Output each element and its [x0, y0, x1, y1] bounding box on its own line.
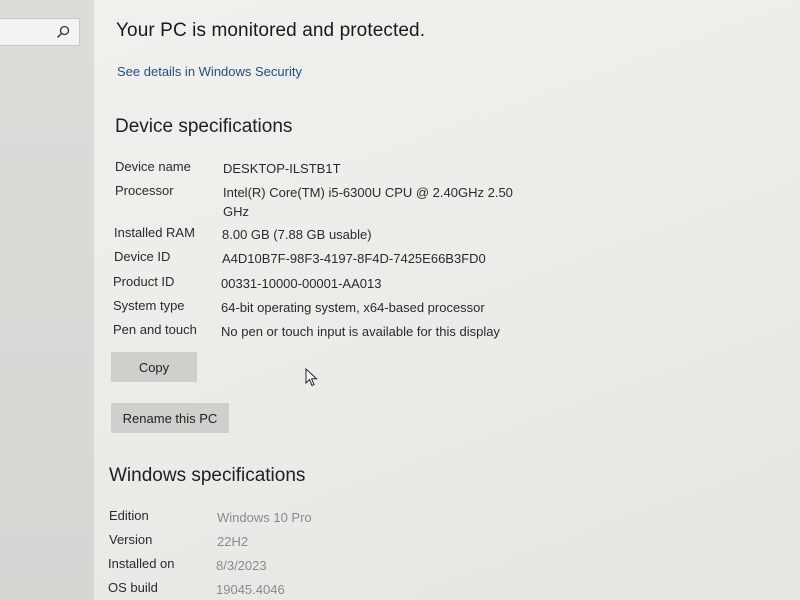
device-specifications-heading: Device specifications — [115, 116, 293, 137]
spec-value: 22H2 — [217, 534, 249, 549]
spec-value: DESKTOP-ILSTB1T — [223, 161, 341, 176]
spec-value: 19045.4046 — [216, 582, 285, 597]
spec-value: A4D10B7F-98F3-4197-8F4D-7425E66B3FD0 — [222, 251, 486, 266]
spec-label: Processor — [115, 183, 174, 198]
spec-label: Product ID — [113, 274, 175, 289]
sidebar — [0, 0, 94, 600]
spec-value: Intel(R) Core(TM) i5-6300U CPU @ 2.40GHz… — [223, 185, 513, 219]
spec-value: 8/3/2023 — [216, 558, 267, 573]
spec-label: Device ID — [114, 249, 171, 264]
spec-value: Windows 10 Pro — [217, 510, 312, 525]
rename-pc-button[interactable]: Rename this PC — [111, 403, 229, 433]
windows-specifications-heading: Windows specifications — [109, 465, 306, 486]
spec-value: No pen or touch input is available for t… — [221, 324, 500, 339]
spec-label: Installed on — [108, 556, 175, 571]
spec-value: 8.00 GB (7.88 GB usable) — [222, 227, 372, 242]
windows-security-link[interactable]: See details in Windows Security — [117, 64, 302, 79]
copy-button[interactable]: Copy — [111, 352, 197, 382]
about-page: Your PC is monitored and protected. See … — [94, 0, 800, 600]
security-status-text: Your PC is monitored and protected. — [116, 20, 426, 41]
spec-label: Version — [109, 532, 153, 547]
spec-label: Device name — [115, 159, 191, 174]
spec-label: Installed RAM — [114, 225, 195, 240]
spec-label: Pen and touch — [113, 322, 197, 337]
search-input[interactable] — [0, 18, 80, 46]
spec-label: OS build — [108, 580, 158, 595]
spec-label: System type — [113, 298, 185, 313]
spec-value: 00331-10000-00001-AA013 — [221, 276, 382, 291]
spec-label: Edition — [109, 508, 149, 523]
search-icon[interactable] — [55, 24, 71, 40]
mouse-pointer-icon — [305, 368, 318, 387]
spec-value: 64-bit operating system, x64-based proce… — [221, 300, 485, 315]
